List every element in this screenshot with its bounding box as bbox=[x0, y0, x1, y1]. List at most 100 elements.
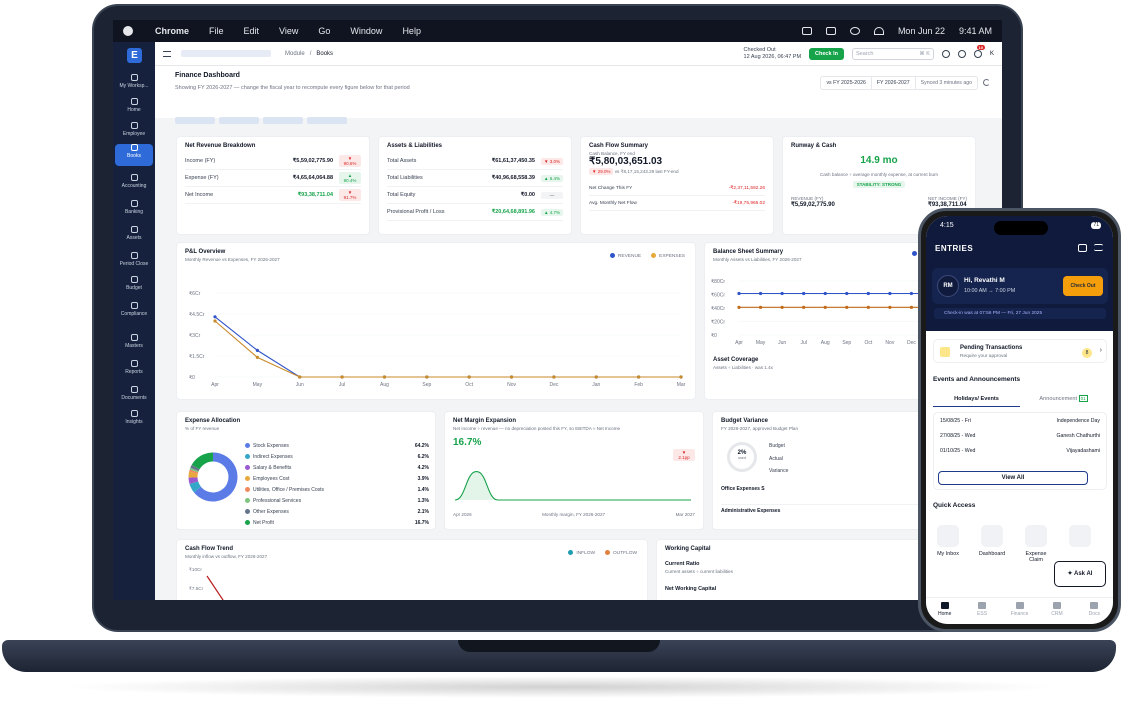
app-logo[interactable]: E bbox=[127, 48, 142, 63]
menu-icon[interactable] bbox=[1094, 244, 1103, 251]
sidebar-item-employee[interactable]: Employee bbox=[115, 122, 153, 144]
menu-file[interactable]: File bbox=[209, 26, 224, 36]
sidebar-item-documents[interactable]: Documents bbox=[115, 386, 153, 408]
sidebar-item-compliance[interactable]: Compliance bbox=[115, 302, 153, 324]
data-point[interactable] bbox=[888, 291, 892, 296]
chevron-right-icon[interactable]: › bbox=[1100, 347, 1102, 354]
fy-select[interactable]: FY 2026-2027 bbox=[872, 77, 916, 89]
data-point[interactable] bbox=[425, 375, 429, 379]
data-point[interactable] bbox=[845, 305, 849, 309]
menu-time[interactable]: 9:41 AM bbox=[959, 26, 992, 36]
legend-inflow[interactable]: INFLOW bbox=[568, 550, 595, 556]
data-point[interactable] bbox=[737, 305, 741, 309]
wifi-icon[interactable] bbox=[873, 27, 884, 35]
quick-dashboard[interactable]: Dashboard bbox=[974, 525, 1010, 557]
menu-window[interactable]: Window bbox=[350, 26, 382, 36]
control-center-icon[interactable] bbox=[825, 27, 836, 35]
donut-slice[interactable] bbox=[190, 464, 200, 472]
data-point[interactable] bbox=[909, 291, 914, 296]
search-input[interactable]: Search ⌘ K bbox=[851, 47, 934, 60]
data-point[interactable] bbox=[594, 375, 598, 379]
menu-toggle-icon[interactable] bbox=[163, 50, 171, 57]
event-row[interactable]: 01/10/25 - Wed Vijayadashami bbox=[934, 443, 1106, 458]
menu-help[interactable]: Help bbox=[402, 26, 421, 36]
nav-crm[interactable]: CRM bbox=[1038, 598, 1075, 624]
data-point[interactable] bbox=[637, 375, 641, 379]
data-point[interactable] bbox=[802, 305, 806, 309]
data-point[interactable] bbox=[823, 291, 827, 296]
data-point[interactable] bbox=[255, 355, 259, 359]
nav-home[interactable]: Home bbox=[926, 598, 963, 624]
search-icon[interactable] bbox=[849, 27, 860, 35]
breadcrumb-module[interactable]: Module bbox=[285, 51, 305, 57]
menu-view[interactable]: View bbox=[279, 26, 298, 36]
avatar[interactable]: K bbox=[990, 51, 994, 57]
data-point[interactable] bbox=[909, 305, 914, 309]
menu-app[interactable]: Chrome bbox=[155, 26, 189, 36]
nav-docs[interactable]: Docs bbox=[1076, 598, 1113, 624]
sidebar-item-budget[interactable]: Budget bbox=[115, 276, 153, 298]
data-point[interactable] bbox=[823, 305, 827, 309]
sidebar-item-reports[interactable]: Reports bbox=[115, 360, 153, 382]
data-point[interactable] bbox=[780, 305, 784, 309]
data-point[interactable] bbox=[802, 291, 806, 296]
legend-revenue[interactable]: REVENUE bbox=[609, 253, 641, 259]
menu-edit[interactable]: Edit bbox=[244, 26, 260, 36]
menu-date[interactable]: Mon Jun 22 bbox=[898, 26, 945, 36]
bell-icon[interactable] bbox=[1078, 244, 1087, 252]
menu-go[interactable]: Go bbox=[318, 26, 330, 36]
legend-expenses[interactable]: EXPENSES bbox=[651, 253, 685, 259]
quick-my-inbox[interactable]: My Inbox bbox=[930, 525, 966, 557]
data-point[interactable] bbox=[340, 375, 344, 379]
data-point[interactable] bbox=[866, 291, 870, 296]
tab-announcement[interactable]: Announcement 01 bbox=[1020, 393, 1107, 407]
check-in-button[interactable]: Check In bbox=[809, 47, 844, 60]
nav-finance[interactable]: Finance bbox=[1001, 598, 1038, 624]
sidebar-item-books[interactable]: Books bbox=[115, 144, 153, 166]
data-point[interactable] bbox=[758, 291, 763, 296]
search-icon[interactable] bbox=[941, 49, 950, 58]
donut-slice[interactable] bbox=[189, 481, 202, 493]
sidebar-item-masters[interactable]: Masters bbox=[115, 334, 153, 356]
ask-ai-button[interactable]: ✦ Ask AI bbox=[1054, 561, 1106, 587]
event-row[interactable]: 15/08/25 - Fri Independence Day bbox=[934, 413, 1106, 428]
check-out-button[interactable]: Check Out bbox=[1063, 276, 1103, 296]
donut-slice[interactable] bbox=[188, 477, 199, 484]
battery-icon[interactable] bbox=[801, 27, 812, 35]
sidebar-item-banking[interactable]: Banking bbox=[115, 200, 153, 222]
event-row[interactable]: 27/08/25 - Wed Ganesh Chathurthi bbox=[934, 428, 1106, 443]
apple-icon[interactable] bbox=[123, 26, 133, 36]
data-point[interactable] bbox=[737, 291, 741, 296]
tab-holidays[interactable]: Holidays/ Events bbox=[933, 393, 1020, 407]
quick-finance[interactable] bbox=[1062, 525, 1098, 551]
data-point[interactable] bbox=[467, 375, 471, 379]
pending-transactions-card[interactable]: Pending Transactions Require your approv… bbox=[933, 339, 1107, 363]
sidebar-item-insights[interactable]: Insights bbox=[115, 410, 153, 432]
nav-ess[interactable]: ESS bbox=[963, 598, 1000, 624]
sidebar-item-period-close[interactable]: Period Close bbox=[115, 252, 153, 274]
headset-icon[interactable] bbox=[957, 49, 966, 58]
sidebar-item-my-worksp[interactable]: My Worksp... bbox=[115, 74, 153, 96]
data-point[interactable] bbox=[382, 375, 387, 379]
data-point[interactable] bbox=[845, 291, 849, 296]
data-point[interactable] bbox=[866, 305, 870, 309]
data-point[interactable] bbox=[509, 375, 514, 379]
sidebar-item-assets[interactable]: Assets bbox=[115, 226, 153, 248]
refresh-icon[interactable] bbox=[983, 79, 990, 86]
data-point[interactable] bbox=[888, 305, 892, 309]
quick-expense-claim[interactable]: Expense Claim bbox=[1018, 525, 1054, 563]
view-all-button[interactable]: View All bbox=[938, 471, 1088, 485]
bell-icon[interactable]: 10 bbox=[973, 44, 985, 58]
phone-avatar[interactable]: RM bbox=[937, 275, 959, 297]
data-point[interactable] bbox=[213, 319, 217, 323]
data-point[interactable] bbox=[213, 315, 217, 319]
legend-outflow[interactable]: OUTFLOW bbox=[605, 550, 637, 556]
compare-fy-select[interactable]: vs FY 2025-2026 bbox=[821, 77, 872, 89]
sidebar-item-accounting[interactable]: Accounting bbox=[115, 174, 153, 196]
data-point[interactable] bbox=[552, 375, 556, 379]
data-point[interactable] bbox=[298, 375, 302, 379]
data-point[interactable] bbox=[780, 291, 784, 296]
data-point[interactable] bbox=[758, 305, 763, 309]
donut-slice[interactable] bbox=[189, 467, 199, 473]
sidebar-item-home[interactable]: Home bbox=[115, 98, 153, 120]
